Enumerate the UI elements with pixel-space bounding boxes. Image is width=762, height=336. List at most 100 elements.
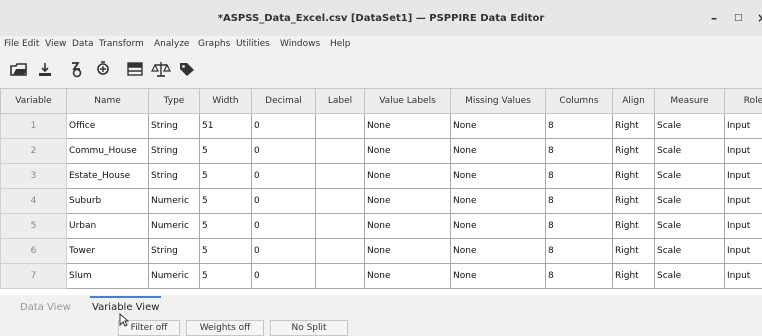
cell-columns[interactable]: 8 [545, 138, 613, 164]
cell-measure[interactable]: Scale [654, 238, 725, 264]
cell-measure[interactable]: Scale [654, 213, 725, 239]
cell-decimal[interactable]: 0 [251, 163, 316, 189]
cell-value-labels[interactable]: None [364, 113, 451, 139]
cell-width[interactable]: 5 [199, 138, 252, 164]
column-header-align[interactable]: Align [612, 88, 655, 114]
cell-measure[interactable]: Scale [654, 113, 725, 139]
cell-value-labels[interactable]: None [364, 188, 451, 214]
cell-columns[interactable]: 8 [545, 113, 613, 139]
menu-file[interactable]: File [4, 39, 19, 49]
cell-role[interactable]: Input [724, 263, 762, 289]
cell-align[interactable]: Right [612, 163, 655, 189]
cell-decimal[interactable]: 0 [251, 213, 316, 239]
cell-name[interactable]: Tower [66, 238, 149, 264]
menu-edit[interactable]: Edit [22, 39, 39, 49]
row-number[interactable]: 3 [0, 163, 67, 189]
cell-type[interactable]: Numeric [148, 188, 200, 214]
row-number[interactable]: 6 [0, 238, 67, 264]
row-number[interactable]: 7 [0, 263, 67, 289]
menu-analyze[interactable]: Analyze [154, 39, 189, 49]
open-file-icon[interactable] [8, 58, 30, 80]
row-number[interactable]: 2 [0, 138, 67, 164]
row-number[interactable]: 1 [0, 113, 67, 139]
cell-align[interactable]: Right [612, 138, 655, 164]
cell-width[interactable]: 5 [199, 213, 252, 239]
tab-variable-view[interactable]: Variable View [89, 296, 162, 313]
save-icon[interactable] [34, 58, 56, 80]
menu-transform[interactable]: Transform [99, 39, 144, 49]
cell-label[interactable] [315, 238, 365, 264]
cell-type[interactable]: Numeric [148, 213, 200, 239]
cell-width[interactable]: 5 [199, 163, 252, 189]
column-header-measure[interactable]: Measure [654, 88, 725, 114]
cell-value-labels[interactable]: None [364, 213, 451, 239]
menu-data[interactable]: Data [72, 39, 94, 49]
cell-width[interactable]: 5 [199, 188, 252, 214]
cell-align[interactable]: Right [612, 238, 655, 264]
cell-value-labels[interactable]: None [364, 238, 451, 264]
column-header-value-labels[interactable]: Value Labels [364, 88, 451, 114]
cell-label[interactable] [315, 263, 365, 289]
cell-value-labels[interactable]: None [364, 138, 451, 164]
cell-decimal[interactable]: 0 [251, 238, 316, 264]
menu-graphs[interactable]: Graphs [198, 39, 230, 49]
cell-columns[interactable]: 8 [545, 238, 613, 264]
row-number[interactable]: 5 [0, 213, 67, 239]
cell-missing-values[interactable]: None [450, 263, 546, 289]
row-number[interactable]: 4 [0, 188, 67, 214]
cell-name[interactable]: Urban [66, 213, 149, 239]
menu-utilities[interactable]: Utilities [236, 39, 270, 49]
cell-align[interactable]: Right [612, 263, 655, 289]
cell-missing-values[interactable]: None [450, 163, 546, 189]
cell-type[interactable]: String [148, 238, 200, 264]
menu-help[interactable]: Help [330, 39, 351, 49]
cell-name[interactable]: Estate_House [66, 163, 149, 189]
cell-value-labels[interactable]: None [364, 163, 451, 189]
cell-width[interactable]: 5 [199, 263, 252, 289]
cell-width[interactable]: 5 [199, 238, 252, 264]
cell-decimal[interactable]: 0 [251, 113, 316, 139]
cell-columns[interactable]: 8 [545, 263, 613, 289]
cell-type[interactable]: String [148, 163, 200, 189]
cell-name[interactable]: Commu_House [66, 138, 149, 164]
cell-role[interactable]: Input [724, 213, 762, 239]
cell-role[interactable]: Input [724, 238, 762, 264]
column-header-name[interactable]: Name [66, 88, 149, 114]
cell-align[interactable]: Right [612, 213, 655, 239]
weight-cases-icon[interactable] [150, 58, 172, 80]
menu-view[interactable]: View [45, 39, 66, 49]
cell-missing-values[interactable]: None [450, 113, 546, 139]
column-header-type[interactable]: Type [148, 88, 200, 114]
cell-align[interactable]: Right [612, 188, 655, 214]
cell-measure[interactable]: Scale [654, 263, 725, 289]
cell-missing-values[interactable]: None [450, 213, 546, 239]
cell-name[interactable]: Suburb [66, 188, 149, 214]
column-header-columns[interactable]: Columns [545, 88, 613, 114]
cell-columns[interactable]: 8 [545, 188, 613, 214]
cell-role[interactable]: Input [724, 163, 762, 189]
minimize-button[interactable]: – [711, 11, 717, 25]
column-header-label[interactable]: Label [315, 88, 365, 114]
column-header-width[interactable]: Width [199, 88, 252, 114]
cell-label[interactable] [315, 163, 365, 189]
cell-columns[interactable]: 8 [545, 213, 613, 239]
cell-name[interactable]: Slum [66, 263, 149, 289]
column-header-role[interactable]: Role [724, 88, 762, 114]
goto-variable-icon[interactable] [92, 58, 114, 80]
cell-align[interactable]: Right [612, 113, 655, 139]
cell-label[interactable] [315, 188, 365, 214]
cell-value-labels[interactable]: None [364, 263, 451, 289]
cell-label[interactable] [315, 213, 365, 239]
cell-name[interactable]: Office [66, 113, 149, 139]
cell-measure[interactable]: Scale [654, 188, 725, 214]
split-file-icon[interactable] [124, 58, 146, 80]
cell-decimal[interactable]: 0 [251, 138, 316, 164]
cell-width[interactable]: 51 [199, 113, 252, 139]
goto-case-icon[interactable] [66, 58, 88, 80]
column-header-missing-values[interactable]: Missing Values [450, 88, 546, 114]
cell-decimal[interactable]: 0 [251, 188, 316, 214]
cell-missing-values[interactable]: None [450, 238, 546, 264]
menu-windows[interactable]: Windows [280, 39, 320, 49]
cell-decimal[interactable]: 0 [251, 263, 316, 289]
cell-missing-values[interactable]: None [450, 188, 546, 214]
